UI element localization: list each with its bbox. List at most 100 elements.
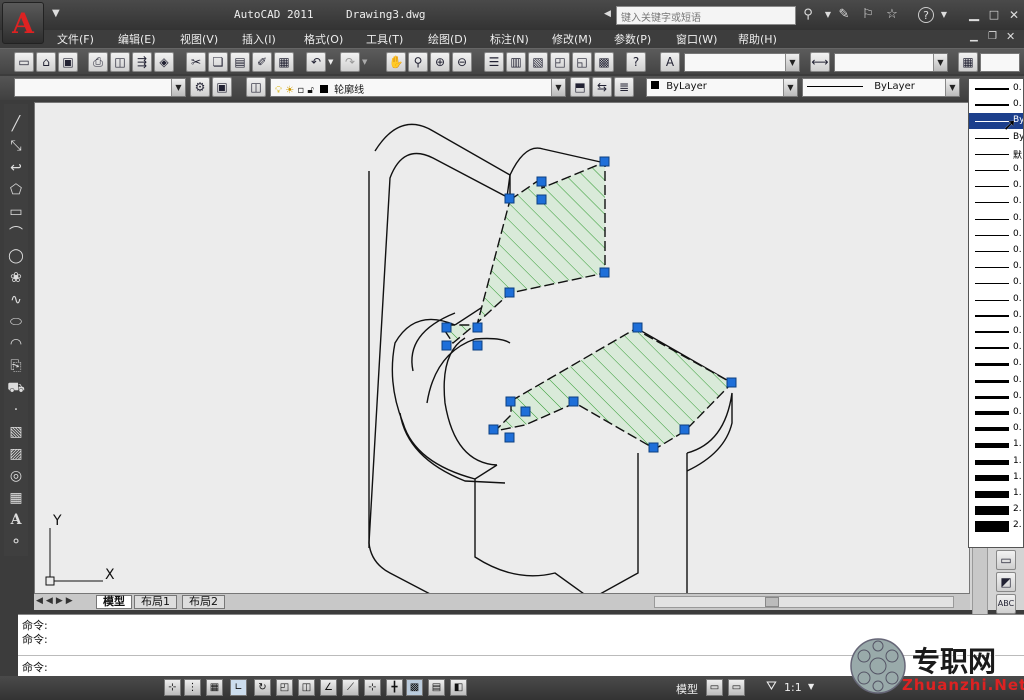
lineweight-option[interactable]: 默 [969, 146, 1023, 162]
chevron-down-icon[interactable]: ▼ [785, 54, 799, 71]
tab-layout1[interactable]: 布局1 [134, 595, 177, 609]
copy-icon[interactable]: ❏ [208, 52, 228, 72]
markup-icon[interactable]: ◱ [572, 52, 592, 72]
workspace-combo[interactable]: ▼ [14, 78, 186, 97]
application-menu-button[interactable]: A [2, 2, 44, 44]
lineweight-option[interactable]: 0. [969, 211, 1023, 227]
block-editor-icon[interactable]: ▦ [274, 52, 294, 72]
undo-dropdown-icon[interactable]: ▼ [328, 58, 333, 66]
table-style-icon[interactable]: ▦ [958, 52, 978, 72]
spline-icon[interactable]: ∿ [6, 290, 26, 310]
dim-style-combo[interactable]: ▼ [834, 53, 948, 72]
multiline-text-icon[interactable]: A [6, 510, 26, 530]
polar-tracking-icon[interactable]: ↻ [254, 679, 271, 696]
menu-draw[interactable]: 绘图(D) [428, 31, 467, 47]
lineweight-option[interactable]: 0. [969, 194, 1023, 210]
lineweight-option[interactable]: 0. [969, 81, 1023, 97]
lineweight-option[interactable]: 2. [969, 502, 1023, 518]
viewport-icon[interactable]: ▭ [996, 550, 1016, 570]
lineweight-option[interactable]: 0. [969, 259, 1023, 275]
undo-icon[interactable]: ↶ [306, 52, 326, 72]
drawing-canvas[interactable]: Y X [34, 102, 970, 594]
command-prompt[interactable]: 命令: [22, 659, 48, 675]
selection-cycling-icon[interactable]: ◧ [450, 679, 467, 696]
layer-previous-icon[interactable]: ⇆ [592, 77, 612, 97]
lineweight-option[interactable]: 0. [969, 324, 1023, 340]
make-current-layer-icon[interactable]: ⬒ [570, 77, 590, 97]
binoculars-icon[interactable]: ⚲ [800, 7, 816, 23]
chevron-down-icon[interactable]: ▼ [945, 79, 959, 96]
polygon-icon[interactable]: ⬠ [6, 180, 26, 200]
quick-properties-icon[interactable]: ▤ [428, 679, 445, 696]
menu-view[interactable]: 视图(V) [180, 31, 218, 47]
open-icon[interactable]: ⌂ [36, 52, 56, 72]
lineweight-icon[interactable]: ╋ [386, 679, 403, 696]
ellipse-icon[interactable]: ⬭ [6, 312, 26, 332]
tab-layout2[interactable]: 布局2 [182, 595, 225, 609]
plot-preview-icon[interactable]: ◫ [110, 52, 130, 72]
doc-restore-icon[interactable]: ❐ [988, 31, 997, 42]
gradient-icon[interactable]: ▨ [6, 444, 26, 464]
object-snap-icon[interactable]: ◰ [276, 679, 293, 696]
color-combo[interactable]: ByLayer ▼ [646, 78, 798, 97]
subscription-wrench-icon[interactable]: ✎ [836, 7, 852, 23]
lineweight-option[interactable]: 0. [969, 162, 1023, 178]
zoom-realtime-icon[interactable]: ⚲ [408, 52, 428, 72]
quick-access-dropdown-icon[interactable]: ▼ [52, 8, 60, 19]
match-properties-icon[interactable]: ✐ [252, 52, 272, 72]
region-icon[interactable]: ◎ [6, 466, 26, 486]
menu-insert[interactable]: 插入(I) [242, 31, 276, 47]
lineweight-option[interactable]: 0. [969, 405, 1023, 421]
quick-view-drawings-icon[interactable]: ▭ [728, 679, 745, 696]
help-dropdown-icon[interactable]: ▼ [936, 7, 952, 23]
text-style-combo[interactable]: ▼ [684, 53, 800, 72]
ortho-mode-icon[interactable]: ∟ [230, 679, 247, 696]
search-input[interactable]: 键入关键字或短语 [616, 6, 796, 25]
layer-state-icon[interactable]: ≣ [614, 77, 634, 97]
save-icon[interactable]: ▣ [58, 52, 78, 72]
properties-icon[interactable]: ☰ [484, 52, 504, 72]
lineweight-option[interactable]: 1. [969, 454, 1023, 470]
lineweight-option[interactable]: 0. [969, 340, 1023, 356]
circle-icon[interactable]: ◯ [6, 246, 26, 266]
lineweight-option[interactable]: 0. [969, 421, 1023, 437]
new-icon[interactable]: ▭ [14, 52, 34, 72]
tab-model[interactable]: 模型 [96, 595, 132, 609]
publish-icon[interactable]: ⇶ [132, 52, 152, 72]
lineweight-option[interactable]: 0. [969, 356, 1023, 372]
arc-icon[interactable]: ⌒ [6, 224, 26, 244]
spell-check-icon[interactable]: ABC [996, 594, 1016, 614]
lineweight-option[interactable]: 0. [969, 97, 1023, 113]
dim-style-icon[interactable]: ⟷ [810, 52, 830, 72]
menu-window[interactable]: 窗口(W) [676, 31, 717, 47]
calculator-icon[interactable]: ▩ [594, 52, 614, 72]
menu-tools[interactable]: 工具(T) [366, 31, 403, 47]
3d-object-snap-icon[interactable]: ◫ [298, 679, 315, 696]
lineweight-option[interactable]: 0. [969, 389, 1023, 405]
design-center-icon[interactable]: ▥ [506, 52, 526, 72]
paste-icon[interactable]: ▤ [230, 52, 250, 72]
menu-edit[interactable]: 编辑(E) [118, 31, 156, 47]
transparency-icon[interactable]: ▩ [406, 679, 423, 696]
favorites-star-icon[interactable]: ☆ [884, 7, 900, 23]
dynamic-ucs-icon[interactable]: ⟋ [342, 679, 359, 696]
insert-block-icon[interactable]: ⎘ [6, 356, 26, 376]
vertical-scrollbar[interactable] [972, 542, 988, 622]
plot-icon[interactable]: ⎙ [88, 52, 108, 72]
ellipse-arc-icon[interactable]: ◠ [6, 334, 26, 354]
help-toolbar-icon[interactable]: ? [626, 52, 646, 72]
maximize-icon[interactable]: □ [986, 7, 1002, 23]
redo-dropdown-icon[interactable]: ▼ [362, 58, 367, 66]
menu-modify[interactable]: 修改(M) [552, 31, 592, 47]
lineweight-option[interactable]: 0. [969, 373, 1023, 389]
doc-minimize-icon[interactable]: ▁ [970, 31, 978, 42]
add-selected-icon[interactable]: ⚬ [6, 532, 26, 552]
lineweight-option[interactable]: 2. [969, 518, 1023, 534]
infer-constraints-icon[interactable]: ⊹ [164, 679, 181, 696]
object-snap-tracking-icon[interactable]: ∠ [320, 679, 337, 696]
lineweight-option[interactable]: 1. [969, 486, 1023, 502]
text-style-icon[interactable]: A [660, 52, 680, 72]
hatch-icon[interactable]: ▧ [6, 422, 26, 442]
pan-icon[interactable]: ✋ [386, 52, 406, 72]
grid-display-icon[interactable]: ▦ [206, 679, 223, 696]
